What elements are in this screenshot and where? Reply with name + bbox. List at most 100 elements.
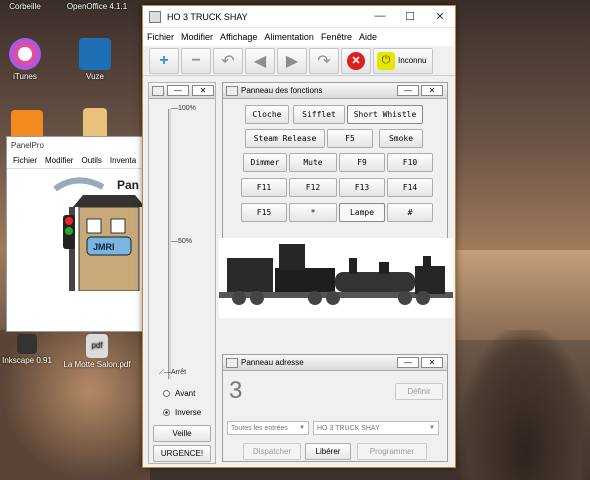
function-button[interactable]: Short Whistle bbox=[347, 105, 423, 124]
address-panel-title: Panneau adresse bbox=[241, 358, 304, 367]
panel-close-button[interactable]: ✕ bbox=[421, 85, 443, 96]
panelpro-window[interactable]: PanelPro Fichier Modifier Outils Inventa… bbox=[6, 136, 156, 332]
roster-filter-value: Toutes les entrées bbox=[231, 424, 288, 432]
emergency-stop-button[interactable]: URGENCE! bbox=[153, 445, 211, 462]
desktop-icon-label: Corbeille bbox=[9, 2, 41, 11]
radio-button[interactable] bbox=[163, 390, 170, 397]
direction-forward-radio[interactable]: Avant bbox=[163, 389, 195, 398]
wallpaper-tree bbox=[460, 330, 590, 480]
dispatch-button[interactable]: Dispatcher bbox=[243, 443, 301, 460]
program-button[interactable]: Programmer bbox=[357, 443, 427, 460]
power-status-label: Inconnu bbox=[398, 56, 427, 65]
panelpro-menu-item[interactable]: Modifier bbox=[45, 156, 73, 165]
menu-fichier[interactable]: Fichier bbox=[147, 32, 174, 42]
function-button[interactable]: F11 bbox=[241, 178, 287, 197]
direction-reverse-label: Inverse bbox=[175, 408, 202, 417]
desktop-icon-pdf[interactable]: pdf La Motte Salon.pdf bbox=[62, 334, 132, 369]
roster-filter-select[interactable]: Toutes les entrées ▼ bbox=[227, 421, 309, 435]
arrow-right-icon: ▶ bbox=[285, 52, 299, 70]
function-button[interactable]: # bbox=[387, 203, 433, 222]
function-button[interactable]: F13 bbox=[339, 178, 385, 197]
function-button[interactable]: * bbox=[289, 203, 337, 222]
throttle-window[interactable]: HO 3 TRUCK SHAY — ☐ ✕ Fichier Modifier A… bbox=[142, 5, 456, 468]
function-button[interactable]: Mute bbox=[289, 153, 337, 172]
idle-button[interactable]: Veille bbox=[153, 425, 211, 442]
next-button[interactable]: ↷ bbox=[309, 47, 339, 74]
maximize-button[interactable]: ☐ bbox=[395, 10, 425, 23]
menu-modifier[interactable]: Modifier bbox=[181, 32, 213, 42]
remove-throttle-button[interactable]: − bbox=[181, 47, 211, 74]
panel-minimize-button[interactable]: — bbox=[167, 85, 189, 96]
address-panel-header[interactable]: Panneau adresse — ✕ bbox=[223, 355, 447, 371]
address-value[interactable]: 3 bbox=[229, 377, 242, 405]
define-button[interactable]: Définir bbox=[395, 383, 443, 400]
power-button[interactable]: ⏻ Inconnu bbox=[373, 47, 433, 74]
desktop-icon-inkscape[interactable]: Inkscape 0.91 bbox=[0, 334, 62, 365]
function-button[interactable]: Smoke bbox=[379, 129, 423, 148]
function-button[interactable]: Steam Release bbox=[245, 129, 325, 148]
function-button[interactable]: Cloche bbox=[245, 105, 289, 124]
window-titlebar[interactable]: HO 3 TRUCK SHAY — ☐ ✕ bbox=[143, 6, 455, 28]
function-button[interactable]: F9 bbox=[339, 153, 385, 172]
desktop-icon-vuze[interactable]: Vuze bbox=[60, 38, 130, 81]
stop-icon: ✕ bbox=[347, 51, 365, 70]
control-panel: — ✕ —100% —50% ⟋—Arrêt Avant Inverse Vei… bbox=[148, 82, 216, 464]
panelpro-menu-item[interactable]: Fichier bbox=[13, 156, 37, 165]
emergency-stop-all-button[interactable]: ✕ bbox=[341, 47, 371, 74]
add-throttle-button[interactable]: + bbox=[149, 47, 179, 74]
desktop-icon-itunes[interactable]: iTunes bbox=[0, 38, 60, 81]
menu-alimentation[interactable]: Alimentation bbox=[264, 32, 314, 42]
speed-tick-stop: ⟋—Arrêt bbox=[159, 369, 187, 376]
menu-affichage[interactable]: Affichage bbox=[220, 32, 257, 42]
back-button[interactable]: ◀ bbox=[245, 47, 275, 74]
desktop-icon-label: iTunes bbox=[13, 72, 37, 81]
java-icon bbox=[226, 85, 238, 96]
panel-minimize-button[interactable]: — bbox=[397, 357, 419, 368]
previous-button[interactable]: ↶ bbox=[213, 47, 243, 74]
panelpro-menu-item[interactable]: Inventa bbox=[110, 156, 136, 165]
desktop-icon-recycle-bin[interactable]: Corbeille bbox=[0, 2, 60, 11]
vuze-icon bbox=[79, 38, 111, 70]
function-button[interactable]: Dimmer bbox=[243, 153, 287, 172]
menu-aide[interactable]: Aide bbox=[359, 32, 377, 42]
functions-panel: Panneau des fonctions — ✕ Cloche Sifflet… bbox=[222, 82, 448, 240]
desktop-icon-openoffice[interactable]: OpenOffice 4.1.1 bbox=[62, 2, 132, 11]
minimize-button[interactable]: — bbox=[365, 10, 395, 23]
menubar: Fichier Modifier Affichage Alimentation … bbox=[143, 28, 455, 46]
function-button[interactable]: F15 bbox=[241, 203, 287, 222]
power-icon: ⏻ bbox=[377, 51, 395, 70]
java-icon bbox=[152, 85, 164, 96]
close-button[interactable]: ✕ bbox=[425, 10, 455, 23]
function-button[interactable]: F12 bbox=[289, 178, 337, 197]
panelpro-titlebar[interactable]: PanelPro bbox=[7, 137, 155, 153]
forward-button[interactable]: ▶ bbox=[277, 47, 307, 74]
panel-minimize-button[interactable]: — bbox=[397, 85, 419, 96]
radio-button-selected[interactable] bbox=[163, 409, 170, 416]
panel-close-button[interactable]: ✕ bbox=[192, 85, 214, 96]
direction-reverse-radio[interactable]: Inverse bbox=[163, 408, 201, 417]
function-button[interactable]: F5 bbox=[327, 129, 373, 148]
function-button[interactable]: Sifflet bbox=[293, 105, 345, 124]
function-button[interactable]: F10 bbox=[387, 153, 433, 172]
release-button[interactable]: Libérer bbox=[305, 443, 351, 460]
panelpro-menu-item[interactable]: Outils bbox=[81, 156, 101, 165]
function-button[interactable]: Lampe bbox=[339, 203, 385, 222]
functions-panel-title: Panneau des fonctions bbox=[241, 86, 323, 95]
control-panel-header[interactable]: — ✕ bbox=[149, 83, 215, 99]
window-icon bbox=[149, 10, 161, 23]
jmri-logo-text: JMRI bbox=[93, 242, 115, 252]
roster-entry-value: HO 3 TRUCK SHAY bbox=[317, 424, 380, 432]
toolbar: + − ↶ ◀ ▶ ↷ ✕ ⏻ Inconnu bbox=[143, 46, 455, 76]
speed-tick-100: —100% bbox=[171, 105, 196, 112]
menu-fenetre[interactable]: Fenêtre bbox=[321, 32, 352, 42]
panel-close-button[interactable]: ✕ bbox=[421, 357, 443, 368]
roster-entry-select[interactable]: HO 3 TRUCK SHAY ▼ bbox=[313, 421, 439, 435]
jmri-logo: JMRI Pan bbox=[53, 177, 145, 291]
functions-panel-header[interactable]: Panneau des fonctions — ✕ bbox=[223, 83, 447, 99]
function-button[interactable]: F14 bbox=[387, 178, 433, 197]
panelpro-menubar: Fichier Modifier Outils Inventa bbox=[7, 153, 155, 169]
direction-forward-label: Avant bbox=[175, 389, 196, 398]
address-panel: Panneau adresse — ✕ 3 Définir Toutes les… bbox=[222, 354, 448, 462]
inkscape-icon bbox=[17, 334, 37, 354]
desktop-icon-label: Vuze bbox=[86, 72, 104, 81]
